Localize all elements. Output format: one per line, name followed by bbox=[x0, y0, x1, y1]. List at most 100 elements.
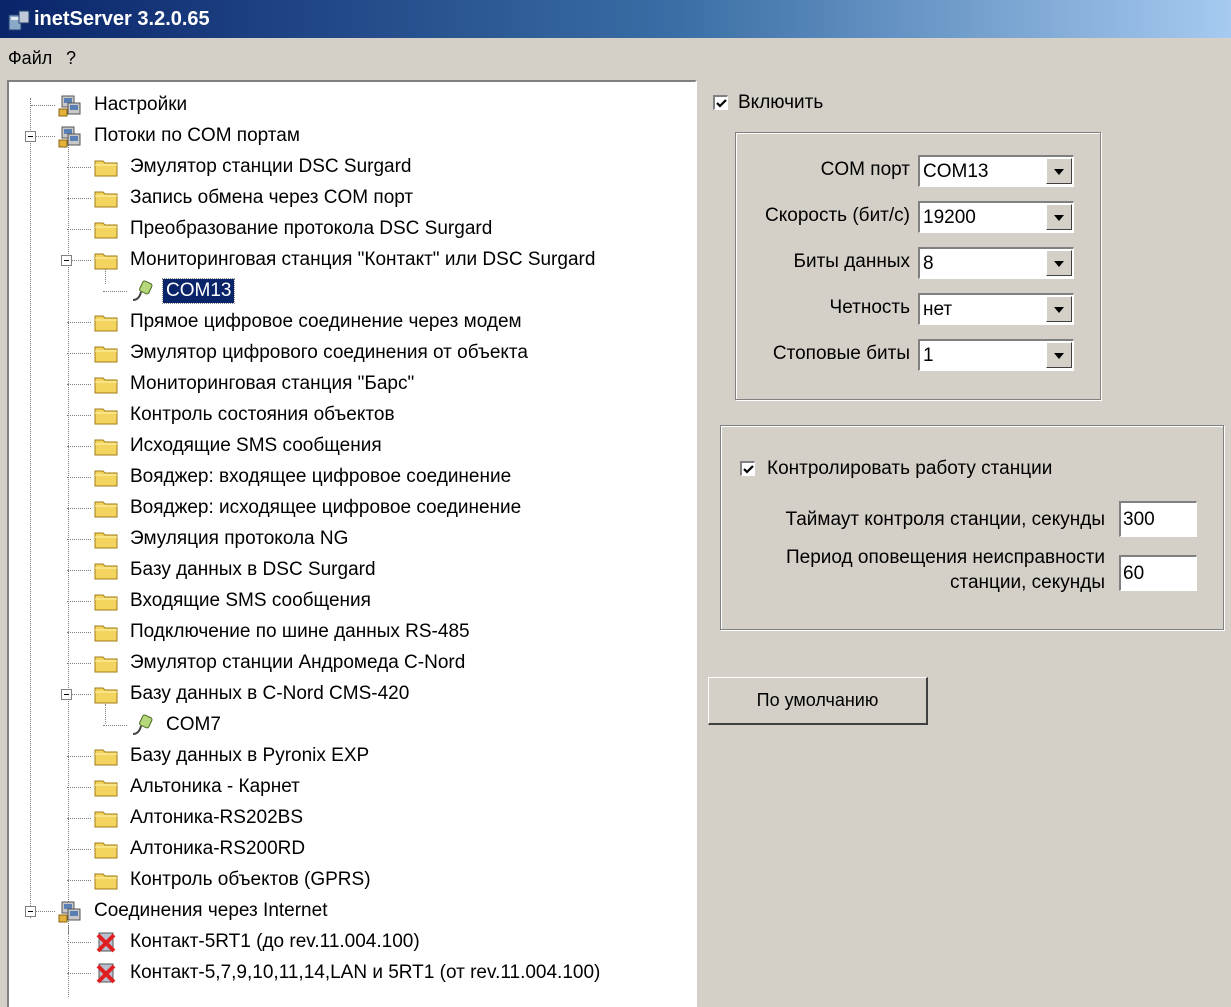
tree-node-label: Исходящие SMS сообщения bbox=[130, 435, 382, 456]
com-port-label: COM порт bbox=[820, 159, 910, 180]
tree-node[interactable]: Эмулятор цифрового соединения от объекта bbox=[93, 338, 531, 368]
tree-node[interactable]: Базу данных в C-Nord CMS-420 bbox=[93, 679, 412, 709]
tree-node[interactable]: Настройки bbox=[57, 90, 190, 120]
tree-node-label: Вояджер: входящее цифровое соединение bbox=[130, 466, 512, 487]
tree-node[interactable]: Базу данных в Pyronix EXP bbox=[93, 741, 372, 771]
tree-line bbox=[68, 925, 69, 997]
tree-node[interactable]: Базу данных в DSC Surgard bbox=[93, 555, 379, 585]
data-bits-select[interactable]: 8 bbox=[918, 247, 1074, 279]
tree-node-label: Эмулятор цифрового соединения от объекта bbox=[130, 342, 528, 363]
monitor-station-checkbox[interactable] bbox=[740, 461, 755, 476]
tree-node[interactable]: Алтоника-RS202BS bbox=[93, 803, 306, 833]
tree-node[interactable]: Альтоника - Карнет bbox=[93, 772, 303, 802]
tree-node[interactable]: Эмуляция протокола NG bbox=[93, 524, 351, 554]
menu-help[interactable]: ? bbox=[66, 48, 76, 69]
tree-node[interactable]: Эмулятор станции Андромеда C-Nord bbox=[93, 648, 468, 678]
collapse-toggle-icon[interactable] bbox=[61, 255, 72, 266]
tree-node-label: Контроль объектов (GPRS) bbox=[130, 869, 371, 890]
defaults-button[interactable]: По умолчанию bbox=[708, 677, 928, 725]
tree-node-label: Алтоника-RS202BS bbox=[130, 807, 303, 828]
tree-node-label: Эмуляция протокола NG bbox=[130, 528, 349, 549]
disabled-connection-icon bbox=[93, 960, 119, 986]
tree-node[interactable]: Контакт-5,7,9,10,11,14,LAN и 5RT1 (от re… bbox=[93, 958, 603, 988]
stop-bits-select[interactable]: 1 bbox=[918, 339, 1074, 371]
disabled-connection-icon bbox=[93, 929, 119, 955]
tree-line bbox=[67, 539, 91, 540]
tree-node[interactable]: Контроль состояния объектов bbox=[93, 400, 398, 430]
tree-node[interactable]: Запись обмена через COM порт bbox=[93, 183, 416, 213]
tree-node-label: Запись обмена через COM порт bbox=[130, 187, 414, 208]
enable-checkbox[interactable] bbox=[713, 95, 728, 110]
tree-node[interactable]: Исходящие SMS сообщения bbox=[93, 431, 385, 461]
com-port-value: COM13 bbox=[923, 161, 989, 182]
tree-node-label: Мониторинговая станция "Контакт" или DSC… bbox=[130, 249, 596, 270]
tree-node[interactable]: Контроль объектов (GPRS) bbox=[93, 865, 374, 895]
tree-line bbox=[67, 818, 91, 819]
folder-icon bbox=[93, 433, 119, 459]
tree-node-label: Соединения через Internet bbox=[94, 900, 328, 921]
tree-line bbox=[67, 849, 91, 850]
alert-period-label-line1: Период оповещения неисправности bbox=[785, 547, 1105, 568]
tree-node-label: COM7 bbox=[166, 714, 221, 735]
station-timeout-label: Таймаут контроля станции, секунды bbox=[785, 509, 1105, 530]
serial-port-icon bbox=[129, 278, 155, 304]
folder-icon bbox=[93, 402, 119, 428]
alert-period-input[interactable]: 60 bbox=[1119, 555, 1197, 591]
tree-node-label: Прямое цифровое соединение через модем bbox=[130, 311, 522, 332]
tree-node[interactable]: Алтоника-RS200RD bbox=[93, 834, 308, 864]
tree-line bbox=[67, 353, 91, 354]
tree-line bbox=[67, 973, 91, 974]
tree-node-label: Входящие SMS сообщения bbox=[130, 590, 371, 611]
chevron-down-icon[interactable] bbox=[1046, 342, 1072, 368]
tree-node[interactable]: Мониторинговая станция "Барс" bbox=[93, 369, 417, 399]
tree-node-label: Эмулятор станции Андромеда C-Nord bbox=[130, 652, 466, 673]
settings-panel: Включить COM порт COM13 Скорость (бит/с)… bbox=[698, 80, 1231, 1007]
collapse-toggle-icon[interactable] bbox=[25, 906, 36, 917]
tree-node[interactable]: Входящие SMS сообщения bbox=[93, 586, 374, 616]
folder-icon bbox=[93, 867, 119, 893]
speed-select[interactable]: 19200 bbox=[918, 201, 1074, 233]
tree-line bbox=[67, 384, 91, 385]
tree-node[interactable]: Мониторинговая станция "Контакт" или DSC… bbox=[93, 245, 598, 275]
folder-icon bbox=[93, 588, 119, 614]
parity-select[interactable]: нет bbox=[918, 293, 1074, 325]
folder-icon bbox=[93, 836, 119, 862]
chevron-down-icon[interactable] bbox=[1046, 250, 1072, 276]
port-settings-group: COM порт COM13 Скорость (бит/с) 19200 Би… bbox=[735, 132, 1101, 400]
menu-bar: Файл ? bbox=[0, 40, 1231, 74]
tree-line bbox=[67, 663, 91, 664]
tree-node[interactable]: Потоки по COM портам bbox=[57, 121, 303, 151]
folder-icon bbox=[93, 216, 119, 242]
station-timeout-input[interactable]: 300 bbox=[1119, 501, 1197, 537]
tree-node[interactable]: Преобразование протокола DSC Surgard bbox=[93, 214, 495, 244]
tree-node[interactable]: Контакт-5RT1 (до rev.11.004.100) bbox=[93, 927, 423, 957]
chevron-down-icon[interactable] bbox=[1046, 296, 1072, 322]
tree-node[interactable]: COM13 bbox=[129, 276, 236, 306]
menu-file[interactable]: Файл bbox=[8, 48, 52, 69]
tree-node[interactable]: Вояджер: входящее цифровое соединение bbox=[93, 462, 514, 492]
chevron-down-icon[interactable] bbox=[1046, 204, 1072, 230]
tree-node-label: Альтоника - Карнет bbox=[130, 776, 300, 797]
speed-label: Скорость (бит/с) bbox=[765, 205, 910, 226]
data-bits-label: Биты данных bbox=[793, 251, 910, 272]
folder-icon bbox=[93, 309, 119, 335]
tree-node[interactable]: Прямое цифровое соединение через модем bbox=[93, 307, 525, 337]
tree-node[interactable]: Подключение по шине данных RS-485 bbox=[93, 617, 473, 647]
tree-line bbox=[67, 477, 91, 478]
tree-node[interactable]: Вояджер: исходящее цифровое соединение bbox=[93, 493, 524, 523]
collapse-toggle-icon[interactable] bbox=[61, 689, 72, 700]
tree-line bbox=[67, 880, 91, 881]
com-port-select[interactable]: COM13 bbox=[918, 155, 1074, 187]
chevron-down-icon[interactable] bbox=[1046, 158, 1072, 184]
tree-node[interactable]: Соединения через Internet bbox=[57, 896, 330, 926]
settings-node-icon bbox=[57, 92, 83, 118]
window-title: inetServer 3.2.0.65 bbox=[34, 8, 210, 30]
tree-node-label: Базу данных в DSC Surgard bbox=[130, 559, 376, 580]
collapse-toggle-icon[interactable] bbox=[25, 131, 36, 142]
tree-line bbox=[67, 508, 91, 509]
tree-node[interactable]: COM7 bbox=[129, 710, 224, 740]
tree-node[interactable]: Эмулятор станции DSC Surgard bbox=[93, 152, 415, 182]
stop-bits-value: 1 bbox=[923, 345, 934, 366]
settings-tree[interactable]: Настройки Потоки по COM портам Эмулятор ст… bbox=[7, 80, 697, 1007]
tree-node-label: Базу данных в C-Nord CMS-420 bbox=[130, 683, 410, 704]
